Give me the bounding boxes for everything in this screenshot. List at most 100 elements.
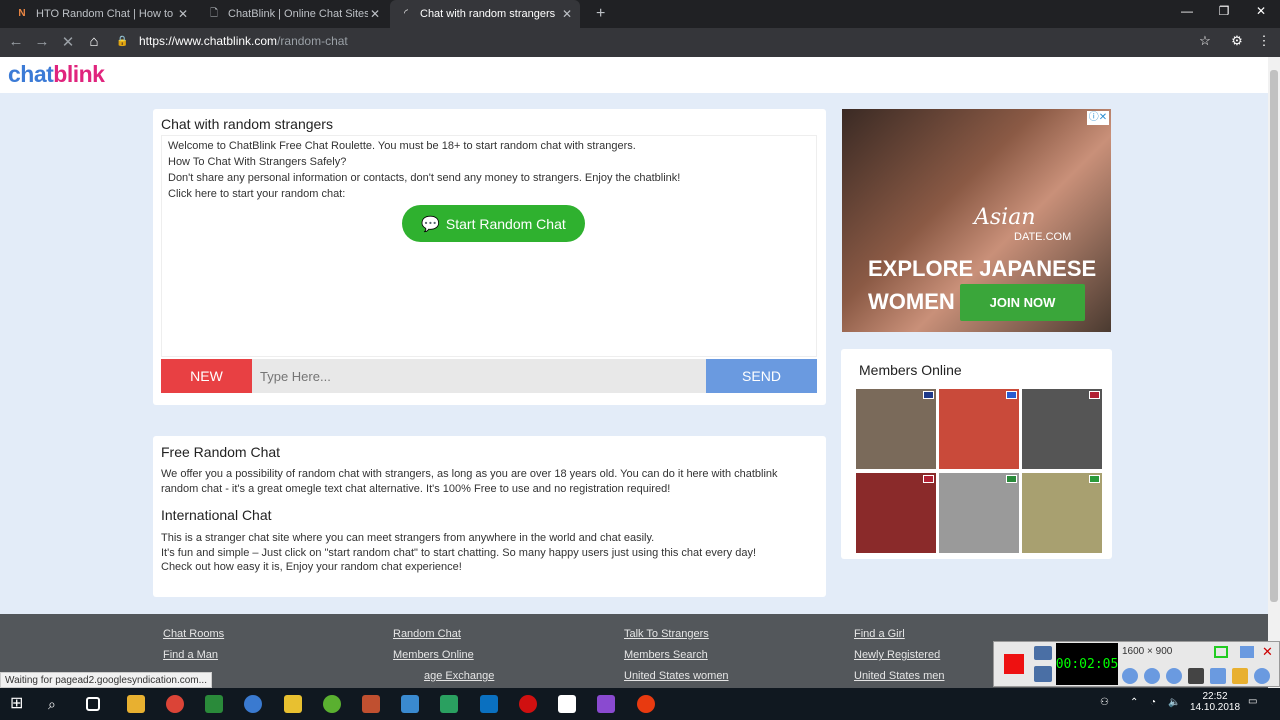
store-icon[interactable] [480, 695, 498, 713]
maximize-icon[interactable]: ❐ [1209, 4, 1239, 18]
flag-icon [1089, 391, 1100, 399]
webcam-icon[interactable] [1166, 668, 1182, 684]
info-panel: Free Random Chat We offer you a possibil… [153, 436, 826, 597]
recorder-app-icon[interactable] [637, 695, 655, 713]
tab-title: ChatBlink | Online Chat Sites [228, 8, 368, 20]
footer-link-find-a-man[interactable]: Find a Man [163, 649, 218, 661]
clock-time: 22:52 [1202, 691, 1228, 702]
recording-resolution: 1600 × 900 [1122, 646, 1173, 657]
footer-link-talk-to-strangers[interactable]: Talk To Strangers [624, 628, 709, 640]
flag-icon [923, 475, 934, 483]
close-recorder-icon[interactable]: ✕ [1262, 644, 1273, 660]
footer-link-age-exchange[interactable]: age Exchange [424, 670, 494, 682]
network-icon[interactable]: ◔ [1150, 697, 1156, 708]
send-button[interactable]: SEND [706, 359, 817, 393]
microphone-icon[interactable] [1144, 668, 1160, 684]
start-random-chat-button[interactable]: 💬 Start Random Chat [402, 205, 585, 242]
recording-timer: 00:02:05 [1056, 643, 1118, 685]
advertisement-banner[interactable]: ⓘ✕ Asian DATE.COM EXPLORE JAPANESE WOMEN… [842, 109, 1111, 332]
app-icon[interactable] [401, 695, 419, 713]
drive-icon[interactable] [284, 695, 302, 713]
url-field[interactable]: https://www.chatblink.com/random-chat [139, 34, 348, 48]
menu-icon[interactable]: ⋮ [1254, 33, 1274, 49]
tab-chatblink[interactable]: 🗋 ChatBlink | Online Chat Sites ✕ [198, 0, 388, 28]
app-icon[interactable] [440, 695, 458, 713]
extension-icon[interactable]: ⚙ [1227, 33, 1247, 49]
chatblink-logo[interactable]: chatblink [8, 61, 105, 88]
tab-chat-random-strangers[interactable]: ◜ Chat with random strangers ✕ [390, 0, 580, 28]
notifications-icon[interactable]: ▭ [1248, 696, 1257, 707]
record-stop-button[interactable] [1004, 654, 1024, 674]
network-app-icon[interactable] [323, 695, 341, 713]
back-icon[interactable]: ← [6, 33, 26, 50]
close-tab-icon[interactable]: ✕ [370, 7, 380, 21]
chevron-up-icon[interactable]: ⌃ [1130, 697, 1138, 708]
minimize-icon[interactable]: — [1172, 4, 1202, 18]
new-chat-button[interactable]: NEW [161, 359, 252, 393]
international-chat-heading: International Chat [161, 507, 272, 523]
forward-icon[interactable]: → [32, 33, 52, 50]
stop-loading-icon[interactable]: ✕ [58, 33, 78, 51]
member-photo[interactable] [1022, 473, 1102, 553]
people-icon[interactable]: ⚇ [1100, 697, 1109, 708]
chrome-icon[interactable] [166, 695, 184, 713]
new-tab-button[interactable]: + [586, 0, 612, 28]
footer-link-members-search[interactable]: Members Search [624, 649, 708, 661]
member-photo[interactable] [939, 473, 1019, 553]
tab-hto-random-chat[interactable]: N HTO Random Chat | How to Chat ✕ [6, 0, 196, 28]
ad-brand-domain: DATE.COM [1014, 231, 1072, 243]
volume-icon[interactable]: 🔈 [1168, 697, 1180, 708]
close-window-icon[interactable]: ✕ [1246, 4, 1276, 18]
international-chat-line-1: This is a stranger chat site where you c… [161, 532, 655, 544]
footer-link-find-a-girl[interactable]: Find a Girl [854, 628, 905, 640]
footer-link-us-women[interactable]: United States women [624, 670, 729, 682]
file-explorer-icon[interactable] [127, 695, 145, 713]
pen-icon[interactable] [1210, 668, 1226, 684]
folder-icon[interactable] [1232, 668, 1248, 684]
member-photo[interactable] [939, 389, 1019, 469]
search-icon[interactable]: ⌕ [48, 695, 66, 713]
region-icon[interactable] [1214, 646, 1228, 658]
app-icon[interactable] [362, 695, 380, 713]
windows-start-icon[interactable]: ⊞ [10, 695, 28, 713]
opera-icon[interactable] [519, 695, 537, 713]
close-tab-icon[interactable]: ✕ [178, 7, 188, 21]
pause-icon[interactable] [1034, 666, 1052, 682]
chat-title: Chat with random strangers [161, 116, 333, 132]
footer-link-random-chat[interactable]: Random Chat [393, 628, 461, 640]
footer-link-chat-rooms[interactable]: Chat Rooms [163, 628, 224, 640]
member-photo[interactable] [856, 473, 936, 553]
screen-recorder-widget: 00:02:05 1600 × 900 ✕ [993, 641, 1280, 687]
tab-title: HTO Random Chat | How to Chat [36, 8, 176, 20]
message-input[interactable] [252, 359, 706, 393]
minimize-recorder-icon[interactable] [1240, 646, 1254, 658]
footer-link-members-online[interactable]: Members Online [393, 649, 474, 661]
camera-icon[interactable] [1034, 646, 1052, 660]
recorder-tools [1122, 668, 1272, 684]
url-host: https://www.chatblink.com [139, 34, 278, 48]
close-tab-icon[interactable]: ✕ [562, 7, 572, 21]
footer-link-us-men[interactable]: United States men [854, 670, 945, 682]
clock[interactable]: 22:52 14.10.2018 [1190, 691, 1240, 713]
url-path: /random-chat [277, 34, 348, 48]
browser-icon[interactable] [244, 695, 262, 713]
member-photo[interactable] [856, 389, 936, 469]
ad-choices-icon[interactable]: ⓘ✕ [1087, 111, 1109, 125]
free-random-chat-heading: Free Random Chat [161, 444, 281, 460]
speaker-icon[interactable] [1122, 668, 1138, 684]
footer-link-newly-registered[interactable]: Newly Registered [854, 649, 940, 661]
home-icon[interactable]: ⌂ [84, 33, 104, 50]
spreadsheet-icon[interactable] [205, 695, 223, 713]
status-bar: Waiting for pagead2.googlesyndication.co… [0, 672, 212, 688]
cursor-icon[interactable] [1188, 668, 1204, 684]
member-photo[interactable] [1022, 389, 1102, 469]
shield-icon[interactable] [558, 695, 576, 713]
scrollbar-thumb[interactable] [1270, 70, 1278, 602]
task-view-icon[interactable] [86, 697, 100, 711]
settings-icon[interactable] [1254, 668, 1270, 684]
lock-icon: 🔒 [116, 36, 129, 47]
app-icon[interactable] [597, 695, 615, 713]
bookmark-star-icon[interactable]: ☆ [1195, 33, 1215, 49]
ad-join-now-button[interactable]: JOIN NOW [960, 284, 1085, 321]
start-random-chat-label: Start Random Chat [445, 215, 566, 232]
